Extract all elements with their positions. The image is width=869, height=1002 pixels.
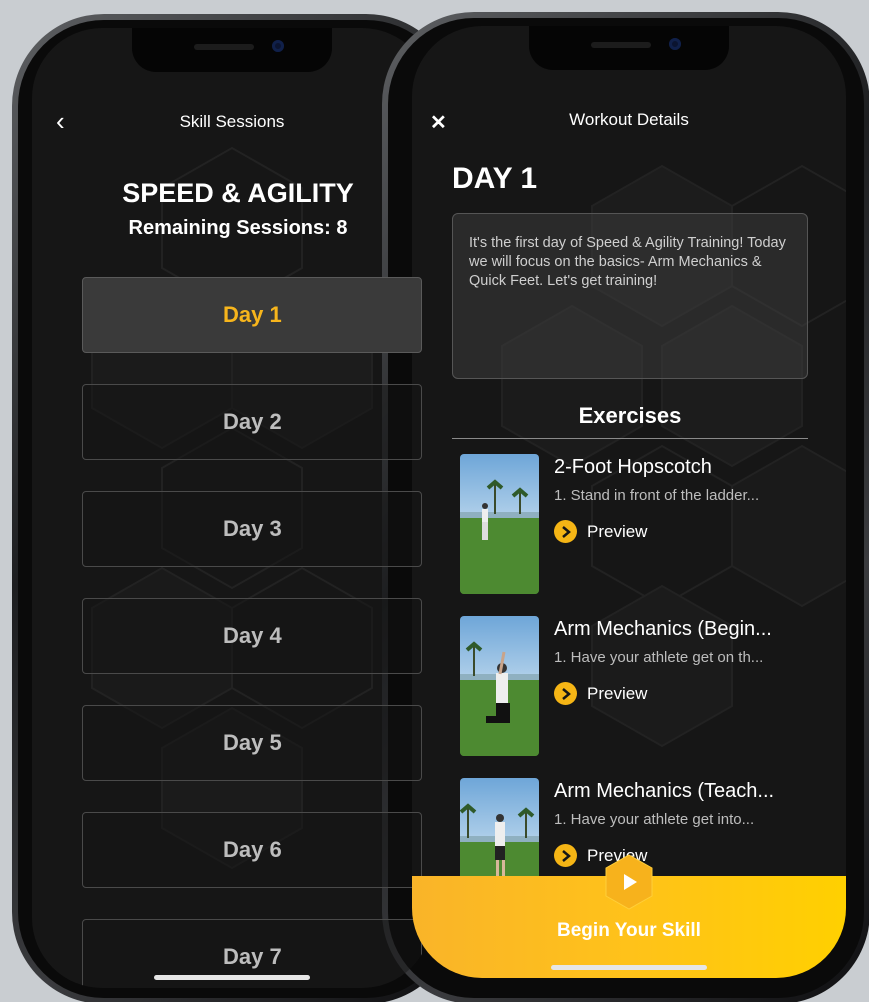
notch — [132, 28, 332, 72]
day-label: Day 2 — [223, 409, 282, 434]
day-label: Day 4 — [223, 623, 282, 648]
day-button-6[interactable]: Day 6 — [82, 812, 422, 888]
day-title: DAY 1 — [452, 162, 538, 195]
notch — [529, 26, 729, 70]
nav-title: Workout Details — [569, 110, 689, 129]
day-label: Day 1 — [223, 302, 282, 327]
day-label: Day 6 — [223, 837, 282, 862]
day-button-2[interactable]: Day 2 — [82, 384, 422, 460]
preview-label: Preview — [587, 683, 648, 703]
home-indicator[interactable] — [154, 975, 310, 980]
chevron-right-icon — [554, 520, 577, 543]
workout-details-screen: ✕ Workout Details DAY 1 It's the first d… — [412, 26, 846, 978]
workout-description: It's the first day of Speed & Agility Tr… — [452, 213, 808, 379]
preview-button[interactable]: Preview — [554, 520, 647, 543]
day-button-5[interactable]: Day 5 — [82, 705, 422, 781]
exercise-title: 2-Foot Hopscotch — [554, 456, 712, 478]
exercise-subtitle: 1. Have your athlete get into... — [554, 811, 755, 828]
home-indicator[interactable] — [551, 965, 707, 970]
exercise-thumbnail[interactable] — [460, 454, 539, 594]
exercises-heading: Exercises — [578, 403, 682, 428]
day-label: Day 5 — [223, 730, 282, 755]
play-icon[interactable] — [604, 854, 654, 910]
preview-label: Preview — [587, 521, 648, 541]
exercise-item-2[interactable]: Arm Mechanics (Begin... 1. Have your ath… — [460, 616, 840, 756]
chevron-right-icon — [554, 844, 577, 867]
nav-title: Skill Sessions — [179, 112, 285, 131]
day-button-1[interactable]: Day 1 — [82, 277, 422, 353]
cta-label: Begin Your Skill — [557, 920, 701, 941]
exercise-title: Arm Mechanics (Begin... — [554, 618, 772, 640]
day-button-4[interactable]: Day 4 — [82, 598, 422, 674]
day-label: Day 3 — [223, 516, 282, 541]
begin-skill-button[interactable]: Begin Your Skill — [412, 854, 846, 978]
exercise-thumbnail[interactable] — [460, 616, 539, 756]
program-title: SPEED & AGILITY — [122, 178, 354, 208]
remaining-sessions: Remaining Sessions: 8 — [128, 217, 348, 239]
divider — [452, 438, 808, 439]
day-button-3[interactable]: Day 3 — [82, 491, 422, 567]
exercise-subtitle: 1. Stand in front of the ladder... — [554, 487, 760, 504]
exercise-subtitle: 1. Have your athlete get on th... — [554, 649, 764, 666]
skill-sessions-screen: ‹ Skill Sessions SPEED & AGILITY Remaini… — [32, 28, 432, 988]
day-label: Day 7 — [223, 944, 282, 969]
chevron-right-icon — [554, 682, 577, 705]
exercise-item-1[interactable]: 2-Foot Hopscotch 1. Stand in front of th… — [460, 454, 840, 594]
exercise-title: Arm Mechanics (Teach... — [554, 780, 775, 802]
preview-button[interactable]: Preview — [554, 682, 647, 705]
